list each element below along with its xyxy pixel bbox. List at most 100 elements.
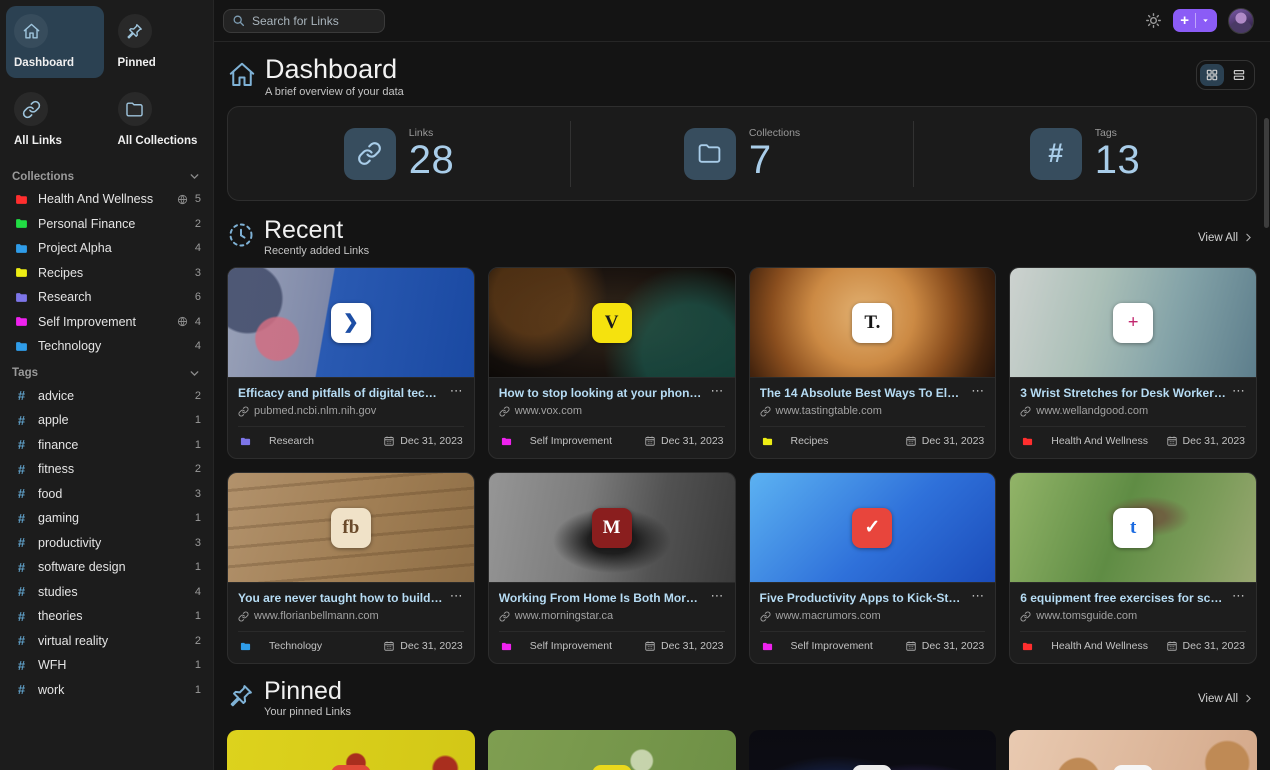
collections-section-header[interactable]: Collections bbox=[0, 162, 213, 187]
stat-value: 13 bbox=[1095, 139, 1141, 181]
tag-item[interactable]: # fitness 2 bbox=[0, 457, 213, 482]
link-title[interactable]: Five Productivity Apps to Kick-Start the… bbox=[760, 591, 966, 605]
theme-toggle-sun-icon[interactable] bbox=[1145, 12, 1162, 29]
tag-item[interactable]: # finance 1 bbox=[0, 433, 213, 458]
link-title[interactable]: Efficacy and pitfalls of digital technol… bbox=[238, 386, 444, 400]
link-card[interactable]: fb You are never taught how to build qua… bbox=[227, 472, 475, 664]
tag-item[interactable]: # theories 1 bbox=[0, 604, 213, 629]
link-url[interactable]: www.vox.com bbox=[499, 405, 725, 417]
card-menu-icon[interactable]: ⋯ bbox=[711, 386, 725, 396]
collection-count: 2 bbox=[193, 218, 201, 230]
collection-item[interactable]: Personal Finance 2 bbox=[0, 212, 213, 237]
link-url[interactable]: pubmed.ncbi.nlm.nih.gov bbox=[238, 405, 464, 417]
card-menu-icon[interactable]: ⋯ bbox=[450, 386, 464, 396]
collections-list: Health And Wellness 5 Personal Finance 2 bbox=[0, 187, 213, 359]
hash-icon: # bbox=[14, 658, 29, 673]
add-new-button[interactable]: + bbox=[1173, 9, 1217, 32]
pin-icon bbox=[118, 14, 152, 48]
folder-icon bbox=[500, 641, 515, 652]
card-menu-icon[interactable]: ⋯ bbox=[711, 591, 725, 601]
link-card[interactable]: t 6 equipment free exercises for sculpti… bbox=[1009, 472, 1257, 664]
collection-item[interactable]: Health And Wellness 5 bbox=[0, 187, 213, 212]
tags-section-header[interactable]: Tags bbox=[0, 359, 213, 384]
folder-icon bbox=[14, 315, 29, 328]
card-menu-icon[interactable]: ⋯ bbox=[1232, 591, 1246, 601]
tag-count: 1 bbox=[193, 512, 201, 524]
card-date: Dec 31, 2023 bbox=[644, 435, 723, 447]
search-box[interactable] bbox=[223, 9, 385, 33]
card-menu-icon[interactable]: ⋯ bbox=[971, 591, 985, 601]
card-collection[interactable]: Health And Wellness bbox=[1021, 640, 1148, 652]
collection-item[interactable]: Technology 4 bbox=[0, 334, 213, 359]
link-url[interactable]: www.tastingtable.com bbox=[760, 405, 986, 417]
collection-item[interactable]: Recipes 3 bbox=[0, 261, 213, 286]
card-collection[interactable]: Recipes bbox=[761, 435, 829, 447]
tag-item[interactable]: # software design 1 bbox=[0, 555, 213, 580]
link-url[interactable]: www.macrumors.com bbox=[760, 610, 986, 622]
card-collection[interactable]: Research bbox=[239, 435, 314, 447]
sidebar-item-all-collections[interactable]: All Collections bbox=[110, 84, 208, 156]
card-collection[interactable]: Health And Wellness bbox=[1021, 435, 1148, 447]
pinned-card[interactable] bbox=[749, 730, 997, 770]
chevron-down-icon bbox=[188, 170, 201, 183]
caret-down-icon[interactable] bbox=[1196, 16, 1210, 25]
app-root: Dashboard Pinned All Links All Collectio… bbox=[0, 0, 1270, 770]
grid-view-button[interactable] bbox=[1200, 64, 1224, 86]
tags-list: # advice 2 # apple 1 # finance 1 # bbox=[0, 384, 213, 703]
collection-item[interactable]: Research 6 bbox=[0, 285, 213, 310]
user-avatar[interactable] bbox=[1228, 8, 1254, 34]
collection-count: 4 bbox=[193, 340, 201, 352]
link-card[interactable]: ❯ Efficacy and pitfalls of digital techn… bbox=[227, 267, 475, 459]
link-title[interactable]: Working From Home Is Both More and L... bbox=[499, 591, 705, 605]
collection-item[interactable]: Self Improvement 4 bbox=[0, 310, 213, 335]
tag-item[interactable]: # advice 2 bbox=[0, 384, 213, 409]
list-view-button[interactable] bbox=[1227, 64, 1251, 86]
link-title[interactable]: 3 Wrist Stretches for Desk Workers to D.… bbox=[1020, 386, 1226, 400]
card-collection[interactable]: Self Improvement bbox=[500, 435, 612, 447]
pinned-card[interactable] bbox=[488, 730, 736, 770]
pinned-card[interactable] bbox=[227, 730, 475, 770]
link-title[interactable]: 6 equipment free exercises for sculpting… bbox=[1020, 591, 1226, 605]
pinned-card[interactable] bbox=[1009, 730, 1257, 770]
link-title[interactable]: You are never taught how to build qualit… bbox=[238, 591, 444, 605]
tag-item[interactable]: # work 1 bbox=[0, 678, 213, 703]
link-card[interactable]: + 3 Wrist Stretches for Desk Workers to … bbox=[1009, 267, 1257, 459]
tag-count: 3 bbox=[193, 488, 201, 500]
card-collection[interactable]: Self Improvement bbox=[761, 640, 873, 652]
link-url[interactable]: www.wellandgood.com bbox=[1020, 405, 1246, 417]
card-menu-icon[interactable]: ⋯ bbox=[1232, 386, 1246, 396]
link-thumbnail bbox=[488, 730, 736, 770]
link-card[interactable]: M Working From Home Is Both More and L..… bbox=[488, 472, 736, 664]
card-collection[interactable]: Technology bbox=[239, 640, 322, 652]
sidebar-item-pinned[interactable]: Pinned bbox=[110, 6, 208, 78]
pinned-view-all-link[interactable]: View All bbox=[1198, 692, 1255, 705]
link-url[interactable]: www.tomsguide.com bbox=[1020, 610, 1246, 622]
tag-item[interactable]: # virtual reality 2 bbox=[0, 629, 213, 654]
recent-view-all-link[interactable]: View All bbox=[1198, 231, 1255, 244]
search-input[interactable] bbox=[252, 14, 376, 28]
link-title[interactable]: How to stop looking at your phone - Vox bbox=[499, 386, 705, 400]
card-collection[interactable]: Self Improvement bbox=[500, 640, 612, 652]
link-title[interactable]: The 14 Absolute Best Ways To Elevate Fr.… bbox=[760, 386, 966, 400]
tag-item[interactable]: # food 3 bbox=[0, 482, 213, 507]
folder-icon bbox=[1021, 436, 1036, 447]
tag-item[interactable]: # productivity 3 bbox=[0, 531, 213, 556]
dashboard-header: Dashboard A brief overview of your data bbox=[227, 54, 1257, 98]
link-card[interactable]: V How to stop looking at your phone - Vo… bbox=[488, 267, 736, 459]
card-menu-icon[interactable]: ⋯ bbox=[450, 591, 464, 601]
tag-item[interactable]: # WFH 1 bbox=[0, 653, 213, 678]
tag-item[interactable]: # studies 4 bbox=[0, 580, 213, 605]
link-card[interactable]: T. The 14 Absolute Best Ways To Elevate … bbox=[749, 267, 997, 459]
card-menu-icon[interactable]: ⋯ bbox=[971, 386, 985, 396]
tag-item[interactable]: # gaming 1 bbox=[0, 506, 213, 531]
sidebar-item-all-links[interactable]: All Links bbox=[6, 84, 104, 156]
collection-count: 5 bbox=[193, 193, 201, 205]
link-url[interactable]: www.florianbellmann.com bbox=[238, 610, 464, 622]
tag-item[interactable]: # apple 1 bbox=[0, 408, 213, 433]
collection-item[interactable]: Project Alpha 4 bbox=[0, 236, 213, 261]
link-url[interactable]: www.morningstar.ca bbox=[499, 610, 725, 622]
sidebar-item-dashboard[interactable]: Dashboard bbox=[6, 6, 104, 78]
card-date: Dec 31, 2023 bbox=[905, 640, 984, 652]
scrollbar-thumb[interactable] bbox=[1264, 118, 1269, 228]
link-card[interactable]: ✓ Five Productivity Apps to Kick-Start t… bbox=[749, 472, 997, 664]
